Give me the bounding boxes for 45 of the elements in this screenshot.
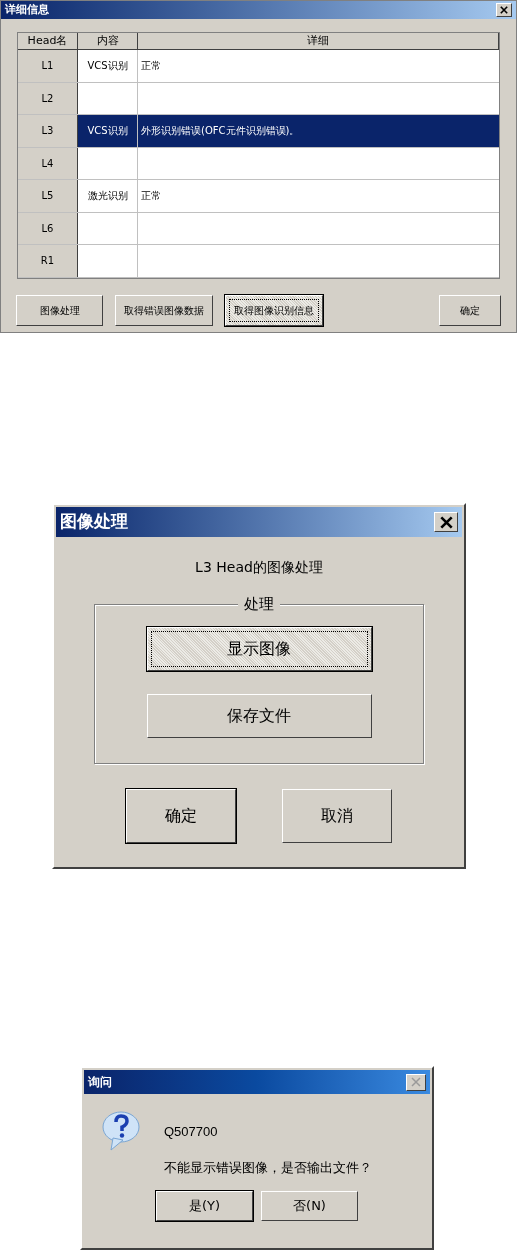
window-title: 询问 [88,1074,112,1091]
question-icon [100,1110,142,1152]
dialog-button[interactable]: 取得图像识别信息 [225,294,323,326]
dialog-button[interactable]: 取消 [282,789,392,843]
message-text: 不能显示错误图像，是否输出文件？ [164,1158,372,1177]
dialog-button[interactable]: 确定 [126,789,236,843]
window-title: 详细信息 [5,1,49,18]
table-cell: L2 [18,82,78,114]
table-cell: L6 [18,212,78,244]
table-cell: L3 [18,115,78,147]
table-row[interactable]: L6 [18,212,499,245]
table-cell: VCS识别 [78,50,138,82]
table-cell: R1 [18,245,78,277]
table-cell-text: 外形识别错误(OFC元件识别错误)。 [140,124,301,139]
dialog-button[interactable]: 取得错误图像数据 [115,294,213,326]
table-cell-text: 正常 [140,59,162,74]
dialog-button[interactable]: 显示图像 [146,627,372,671]
column-header: Head名 [18,33,78,50]
close-icon [411,1077,421,1087]
table-cell-text: 正常 [140,189,162,204]
table-cell: VCS识别 [78,115,138,147]
table-row[interactable]: L5 激光识别 正常 [18,180,499,213]
table-row[interactable]: L2 [18,82,499,115]
dialog-button[interactable]: 否(N) [261,1191,358,1221]
table-row[interactable]: L3 VCS识别 外形识别错误(OFC元件识别错误)。 [18,115,499,148]
dialog-heading: L3 Head的图像处理 [194,558,324,577]
column-header: 内容 [78,33,138,50]
table-row[interactable]: L1 VCS识别 正常 [18,50,499,83]
message-code: Q507700 [164,1123,219,1141]
close-icon [439,515,453,529]
dialog-button[interactable]: 图像处理 [16,294,103,326]
dialog-button[interactable]: 是(Y) [156,1191,253,1221]
table-cell: 激光识别 [78,180,138,212]
table-cell: L1 [18,50,78,82]
table-row[interactable]: L4 [18,147,499,180]
table-cell: L5 [18,180,78,212]
close-button[interactable] [434,512,458,532]
close-button[interactable] [496,3,512,17]
table-cell: L4 [18,147,78,179]
dialog-button[interactable]: 确定 [439,294,501,326]
table-row[interactable]: R1 [18,245,499,278]
column-header: 详细 [138,33,499,50]
dialog-button[interactable]: 保存文件 [146,694,372,738]
window-title: 图像处理 [60,510,128,534]
close-icon [500,6,508,14]
